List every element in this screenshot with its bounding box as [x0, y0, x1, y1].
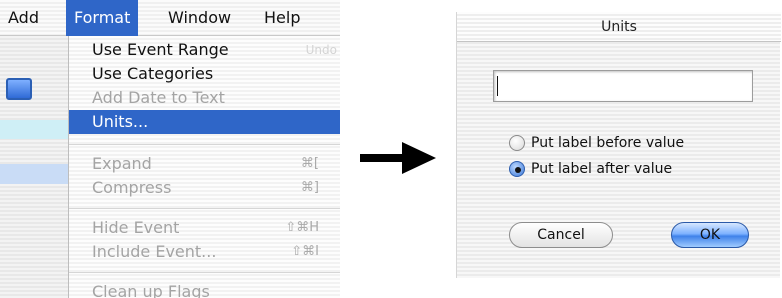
format-dropdown-menu: Use Event Range Undo Use Categories Add …: [68, 36, 340, 298]
text-caret: [497, 76, 498, 96]
menu-window[interactable]: Window: [160, 0, 239, 36]
menu-item-expand: Expand ⌘[: [69, 152, 340, 176]
menu-separator: [69, 144, 340, 145]
menu-help[interactable]: Help: [256, 0, 308, 36]
menu-item-compress: Compress ⌘]: [69, 176, 340, 200]
menu-item-hide-event: Hide Event ⇧⌘H: [69, 216, 340, 240]
app-window-icon[interactable]: [6, 78, 32, 100]
cancel-button[interactable]: Cancel: [509, 222, 613, 248]
units-text-field[interactable]: [493, 70, 753, 102]
menu-item-use-categories[interactable]: Use Categories: [69, 62, 340, 86]
shortcut-compress: ⌘]: [300, 180, 319, 195]
dialog-title: Units: [457, 12, 781, 42]
menu-item-add-date-to-text: Add Date to Text: [92, 88, 225, 107]
menu-format[interactable]: Format: [66, 0, 139, 36]
menu-item-units[interactable]: Units...: [69, 110, 340, 134]
menu-bar: Add Format Window Help: [0, 0, 340, 36]
menu-separator: [69, 208, 340, 209]
background-row-highlight: [0, 120, 68, 139]
ok-button[interactable]: OK: [671, 222, 749, 248]
radio-button-checked-icon[interactable]: [509, 161, 525, 177]
radio-dot: [515, 167, 521, 173]
shortcut-hide-event: ⇧⌘H: [285, 220, 319, 235]
radio-button-unchecked-icon[interactable]: [509, 135, 525, 151]
shortcut-expand: ⌘[: [300, 156, 319, 171]
background-undo-text: Undo: [305, 43, 337, 57]
menu-separator: [69, 272, 340, 273]
menu-add[interactable]: Add: [0, 0, 47, 36]
background-row-selection: [0, 164, 68, 184]
units-dialog: Units Put label before value Put label a…: [456, 12, 781, 278]
menu-item-clean-up-flags: Clean up Flags: [92, 282, 210, 298]
menu-item-include-event: Include Event... ⇧⌘I: [69, 240, 340, 264]
format-menu-screenshot: Add Format Window Help Use Event Range U…: [0, 0, 340, 298]
right-arrow-icon: [360, 142, 436, 174]
menu-item-use-event-range[interactable]: Use Event Range Undo: [69, 38, 340, 62]
shortcut-include-event: ⇧⌘I: [291, 244, 319, 259]
